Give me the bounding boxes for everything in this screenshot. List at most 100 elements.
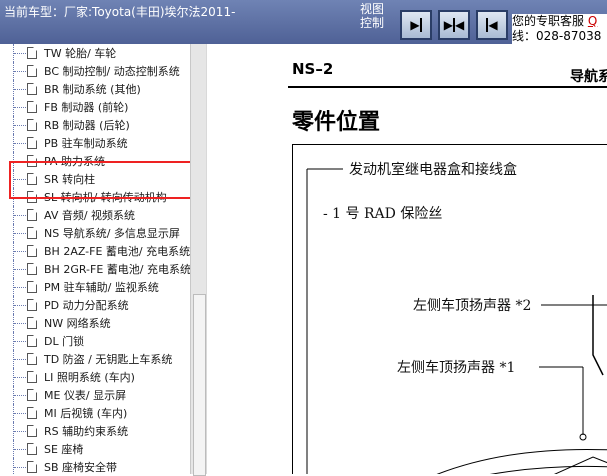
document-icon [27, 335, 37, 347]
tree-connector [13, 458, 14, 474]
tree-item-label: PA 助力系统 [44, 155, 105, 168]
tree-item[interactable]: PA 助力系统 [0, 152, 190, 170]
tree-item[interactable]: RS 辅助约束系统 [0, 422, 190, 440]
document-icon [27, 389, 37, 401]
document-icon [27, 173, 37, 185]
tree-item-label: LI 照明系统 (车内) [44, 371, 135, 384]
document-icon [27, 353, 37, 365]
tree-item-label: ME 仪表/ 显示屏 [44, 389, 127, 402]
left-roof-speaker-1-label: 左侧车顶扬声器 *1 [397, 360, 516, 376]
tree-item[interactable]: TW 轮胎/ 车轮 [0, 44, 190, 62]
section-code: NS–2 [292, 60, 334, 78]
tree-item-label: RB 制动器 (后轮) [44, 119, 130, 132]
tree-connector [14, 413, 26, 414]
tree-connector [14, 197, 26, 198]
document-icon [27, 101, 37, 113]
tree-connector [14, 287, 26, 288]
first-page-button[interactable]: ▶ [400, 10, 432, 40]
document-icon [27, 137, 37, 149]
tree-item[interactable]: NW 网络系统 [0, 314, 190, 332]
document-icon [27, 191, 37, 203]
tree-item[interactable]: PB 驻车制动系统 [0, 134, 190, 152]
tree-item[interactable]: BH 2AZ-FE 蓄电池/ 充电系统 [0, 242, 190, 260]
document-icon [27, 263, 37, 275]
tree-connector [14, 125, 26, 126]
tree-connector [14, 431, 26, 432]
tree-item[interactable]: FB 制动器 (前轮) [0, 98, 190, 116]
tree-item[interactable]: DL 门锁 [0, 332, 190, 350]
tree-item-label: BR 制动系统 (其他) [44, 83, 141, 96]
tree-connector [14, 467, 26, 468]
tree-connector [14, 89, 26, 90]
section-title: 导航系 [570, 69, 607, 85]
tree-connector [14, 251, 26, 252]
tree-connector [14, 71, 26, 72]
tree-item[interactable]: BH 2GR-FE 蓄电池/ 充电系统 [0, 260, 190, 278]
scrollbar-thumb[interactable] [193, 294, 206, 476]
document-icon [27, 65, 37, 77]
last-page-button[interactable]: ◀ [476, 10, 508, 40]
tree-item[interactable]: BR 制动系统 (其他) [0, 80, 190, 98]
tree-item[interactable]: RB 制动器 (后轮) [0, 116, 190, 134]
tree-item[interactable]: SR 转向柱 [0, 170, 190, 188]
document-icon [27, 425, 37, 437]
document-icon [27, 299, 37, 311]
tree-item[interactable]: SB 座椅安全带 [0, 458, 190, 474]
support-qq-link[interactable]: Q [588, 14, 597, 28]
tree-item-label: RS 辅助约束系统 [44, 425, 129, 438]
top-bar: 当前车型：厂家:Toyota(丰田)埃尔法2011- 视图控制 ▶ ▶ ◀ ◀ 您… [0, 0, 607, 44]
tree-item-label: NS 导航系统/ 多信息显示屏 [44, 227, 180, 240]
document-icon [27, 209, 37, 221]
tree-item[interactable]: TD 防盗 / 无钥匙上车系统 [0, 350, 190, 368]
tree-item[interactable]: PD 动力分配系统 [0, 296, 190, 314]
parts-location-diagram: 发动机室继电器盒和接线盒 - 1 号 RAD 保险丝 左侧车顶扬声器 *2 左侧… [292, 144, 607, 474]
page-heading: 零件位置 [292, 110, 381, 135]
tree-connector [14, 305, 26, 306]
document-icon [27, 371, 37, 383]
tree-scrollbar[interactable] [190, 44, 207, 476]
header-rule [288, 86, 607, 88]
tree-item[interactable]: PM 驻车辅助/ 监视系统 [0, 278, 190, 296]
tree-item[interactable]: SE 座椅 [0, 440, 190, 458]
tree-item-label: BH 2AZ-FE 蓄电池/ 充电系统 [44, 245, 190, 258]
tree-item-label: SB 座椅安全带 [44, 461, 118, 474]
document-icon [27, 317, 37, 329]
document-icon [27, 461, 37, 473]
support-phone: 线：028-87038 [512, 29, 602, 43]
tree-item[interactable]: LI 照明系统 (车内) [0, 368, 190, 386]
tree-connector [14, 269, 26, 270]
customer-service-box: 您的专职客服 Q 线：028-87038 [512, 14, 607, 44]
arrow-right-bar-icon: ▶ [410, 18, 422, 32]
tree-item-label: PD 动力分配系统 [44, 299, 129, 312]
tree-item-label: SE 座椅 [44, 443, 84, 456]
tree-item[interactable]: MI 后视镜 (车内) [0, 404, 190, 422]
tree-connector [14, 233, 26, 234]
tree-item-label: TD 防盗 / 无钥匙上车系统 [44, 353, 173, 366]
support-text: 您的专职客服 [512, 14, 585, 28]
tree-item[interactable]: BC 制动控制/ 动态控制系统 [0, 62, 190, 80]
tree-connector [14, 107, 26, 108]
tree-connector [14, 395, 26, 396]
document-icon [27, 155, 37, 167]
document-icon [27, 83, 37, 95]
prev-next-button[interactable]: ▶ ◀ [438, 10, 470, 40]
document-icon [27, 443, 37, 455]
tree-connector [14, 179, 26, 180]
tree-connector [14, 359, 26, 360]
tree-connector [14, 53, 26, 54]
tree-item-label: TW 轮胎/ 车轮 [44, 47, 117, 60]
tree-item-label: PB 驻车制动系统 [44, 137, 128, 150]
section-tree: TW 轮胎/ 车轮 BC 制动控制/ 动态控制系统 BR 制动系统 (其他) FB 制… [0, 44, 190, 474]
arrow-left-bar-icon: ◀ [486, 18, 498, 32]
tree-item[interactable]: SL 转向机/ 转向传动机构 [0, 188, 190, 206]
document-icon [27, 281, 37, 293]
document-icon [27, 227, 37, 239]
tree-item[interactable]: NS 导航系统/ 多信息显示屏 [0, 224, 190, 242]
tree-item-label: BC 制动控制/ 动态控制系统 [44, 65, 180, 78]
tree-item[interactable]: AV 音频/ 视频系统 [0, 206, 190, 224]
tree-item[interactable]: ME 仪表/ 显示屏 [0, 386, 190, 404]
tree-connector [14, 215, 26, 216]
tree-item-label: SL 转向机/ 转向传动机构 [44, 191, 167, 204]
engine-relay-box-label: 发动机室继电器盒和接线盒 [349, 162, 517, 178]
tree-connector [14, 377, 26, 378]
